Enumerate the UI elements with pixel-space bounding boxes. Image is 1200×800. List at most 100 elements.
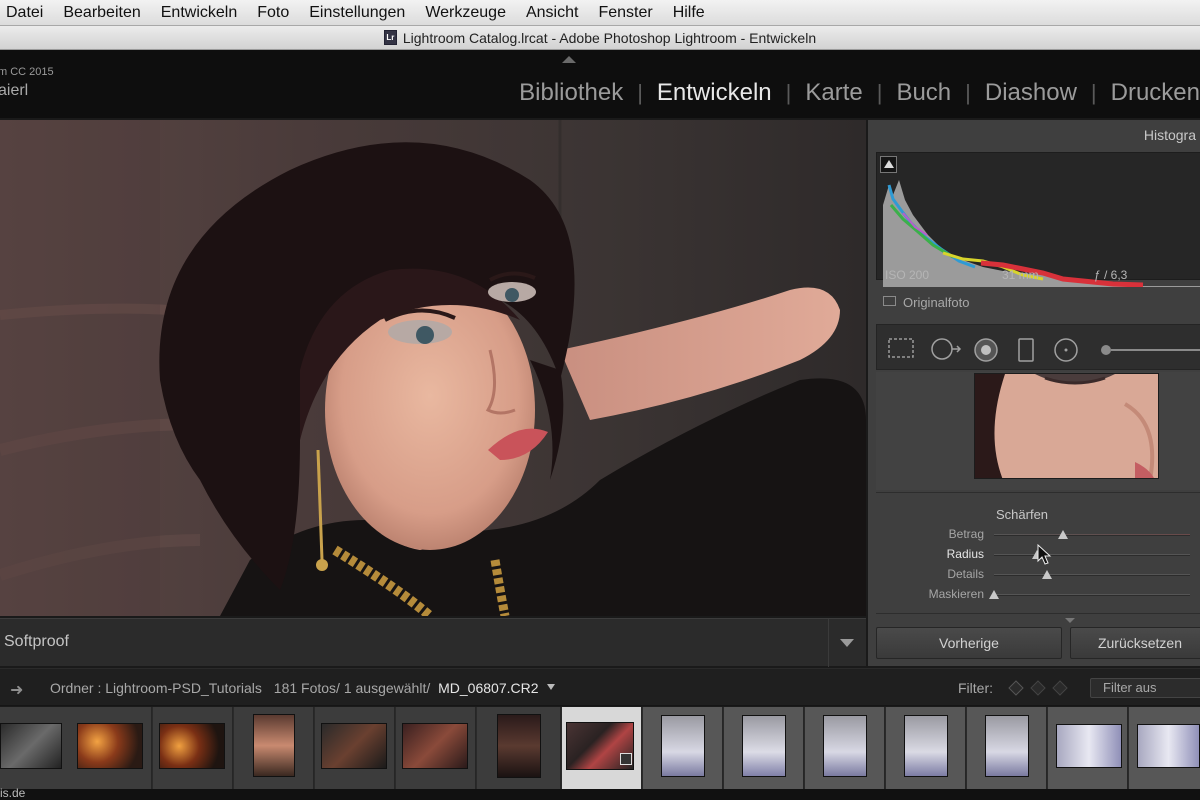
- menu-bar: Datei Bearbeiten Entwickeln Foto Einstel…: [0, 0, 1200, 26]
- filmstrip-thumbnail[interactable]: [967, 707, 1047, 789]
- radial-filter-icon[interactable]: [1053, 337, 1079, 363]
- radius-slider-track[interactable]: [994, 554, 1190, 556]
- panel-end-marker-icon: [1065, 618, 1075, 623]
- filmstrip-thumbnail[interactable]: [153, 707, 233, 789]
- maskieren-slider-track[interactable]: [994, 594, 1190, 596]
- module-picker-bar: m CC 2015 aierl Bibliothek | Entwickeln …: [0, 50, 1200, 118]
- menu-entwickeln[interactable]: Entwickeln: [161, 4, 237, 22]
- filter-preset-dropdown[interactable]: Filter aus: [1090, 678, 1200, 698]
- filmstrip-thumbnail[interactable]: [396, 707, 476, 789]
- filmstrip-thumbnail[interactable]: [724, 707, 804, 789]
- filmstrip-thumbnail[interactable]: [315, 707, 395, 789]
- module-separator: |: [876, 80, 883, 105]
- window-title: Lightroom Catalog.lrcat - Adobe Photosho…: [402, 29, 817, 46]
- zoom-preview-image: [975, 374, 1158, 478]
- chevron-down-icon: [547, 684, 556, 690]
- filmstrip-thumbnail[interactable]: [234, 707, 314, 789]
- histogram[interactable]: [876, 152, 1200, 287]
- module-separator: |: [1090, 80, 1097, 105]
- menu-werkzeuge[interactable]: Werkzeuge: [425, 4, 506, 22]
- spot-removal-icon[interactable]: [929, 337, 963, 361]
- maskieren-slider-thumb[interactable]: [989, 590, 999, 599]
- flag-filter-icon[interactable]: [1006, 678, 1076, 698]
- crop-overlay-icon[interactable]: [887, 337, 915, 359]
- menu-ansicht[interactable]: Ansicht: [526, 4, 578, 22]
- current-filename: MD_06807.CR2: [438, 680, 539, 696]
- module-drucken[interactable]: Drucken: [1111, 79, 1200, 107]
- exif-iso: ISO 200: [885, 268, 930, 282]
- detail-zoom-preview[interactable]: [974, 373, 1159, 479]
- menu-datei[interactable]: Datei: [6, 4, 43, 22]
- filter-label: Filter:: [958, 680, 993, 696]
- previous-button[interactable]: Vorherige: [876, 627, 1062, 659]
- right-panel: Histogra ISO 200 31 mm ƒ / 6,3 Originalf…: [868, 120, 1200, 666]
- menu-foto[interactable]: Foto: [257, 4, 289, 22]
- exif-aperture: ƒ / 6,3: [1094, 268, 1128, 282]
- chevron-down-icon: [840, 639, 854, 647]
- shadow-clipping-toggle-icon[interactable]: [880, 156, 897, 173]
- filmstrip-thumbnail[interactable]: [477, 707, 561, 789]
- catalog-document-icon: Lr: [383, 30, 397, 45]
- module-bibliothek[interactable]: Bibliothek: [519, 79, 623, 107]
- original-photo-label: Originalfoto: [903, 295, 970, 310]
- filmstrip-thumbnail[interactable]: [1048, 707, 1128, 789]
- photo-count: 181 Fotos/ 1 ausgewählt/: [273, 680, 431, 696]
- sharpening-section: Schärfen Betrag Radius Details Maskieren: [876, 492, 1200, 614]
- menu-hilfe[interactable]: Hilfe: [673, 4, 705, 22]
- details-slider-track[interactable]: [994, 574, 1190, 576]
- photo-preview[interactable]: [0, 120, 866, 616]
- portrait-photo: [0, 120, 866, 616]
- betrag-slider-thumb[interactable]: [1057, 530, 1068, 539]
- toolbar-content-menu[interactable]: [828, 619, 866, 667]
- module-separator: |: [965, 80, 971, 105]
- graduated-filter-icon[interactable]: [1017, 337, 1035, 363]
- edited-badge-icon: [620, 753, 632, 765]
- sharpening-title: Schärfen: [996, 507, 1049, 522]
- tool-strip: [876, 324, 1200, 370]
- filmstrip-header: ➜ Ordner : Lightroom-PSD_Tutorials 181 F…: [0, 668, 1200, 706]
- filmstrip-thumbnail[interactable]: [805, 707, 885, 789]
- filmstrip-thumbnail[interactable]: [0, 707, 80, 789]
- filmstrip-thumbnail[interactable]: [1129, 707, 1200, 789]
- module-buch[interactable]: Buch: [896, 79, 951, 107]
- filmstrip-thumbnail[interactable]: [886, 707, 966, 789]
- identity-plate-line1: m CC 2015: [0, 66, 54, 78]
- module-separator: |: [785, 80, 792, 105]
- slider-label-details: Details: [947, 567, 984, 581]
- filmstrip: [0, 707, 1200, 789]
- original-photo-checkbox[interactable]: [883, 296, 896, 306]
- slider-label-maskieren: Maskieren: [928, 587, 984, 601]
- filmstrip-source-breadcrumb[interactable]: Ordner : Lightroom-PSD_Tutorials 181 Fot…: [50, 680, 556, 696]
- filmstrip-thumbnail[interactable]: [643, 707, 723, 789]
- identity-plate: m CC 2015 aierl: [0, 66, 54, 100]
- histogram-panel-title[interactable]: Histogra: [1144, 127, 1196, 143]
- red-eye-correction-icon[interactable]: [973, 337, 999, 363]
- reset-button[interactable]: Zurücksetzen: [1070, 627, 1200, 659]
- watermark-text: is.de: [0, 786, 26, 800]
- details-slider-thumb[interactable]: [1041, 570, 1052, 579]
- filmstrip-thumbnail[interactable]: [72, 707, 152, 789]
- menu-bearbeiten[interactable]: Bearbeiten: [63, 4, 140, 22]
- module-diashow[interactable]: Diashow: [985, 79, 1077, 107]
- exif-focal-length: 31 mm: [1002, 268, 1039, 282]
- collapse-top-panel-icon[interactable]: [562, 56, 576, 63]
- module-separator: |: [637, 80, 643, 105]
- source-folder: Ordner : Lightroom-PSD_Tutorials: [50, 680, 262, 696]
- bottom-edge: [0, 789, 1200, 800]
- identity-plate-line2: aierl: [0, 82, 29, 99]
- module-entwickeln[interactable]: Entwickeln: [657, 79, 772, 107]
- betrag-slider-track[interactable]: [994, 534, 1190, 536]
- menu-einstellungen[interactable]: Einstellungen: [309, 4, 405, 22]
- window-title-bar: Lr Lightroom Catalog.lrcat - Adobe Photo…: [0, 26, 1200, 50]
- menu-fenster[interactable]: Fenster: [598, 4, 652, 22]
- histogram-graph: [883, 180, 1200, 287]
- slider-label-betrag: Betrag: [948, 527, 984, 541]
- mouse-cursor-icon: [1037, 543, 1052, 565]
- develop-toolbar: Softproof: [0, 618, 866, 667]
- module-list: Bibliothek | Entwickeln | Karte | Buch |…: [519, 79, 1200, 107]
- adjustment-brush-icon[interactable]: [1099, 337, 1200, 363]
- filmstrip-thumbnail-selected[interactable]: [562, 707, 642, 789]
- softproof-toggle[interactable]: Softproof: [4, 633, 69, 651]
- module-karte[interactable]: Karte: [805, 79, 862, 107]
- navigate-arrow-icon[interactable]: ➜: [10, 680, 23, 700]
